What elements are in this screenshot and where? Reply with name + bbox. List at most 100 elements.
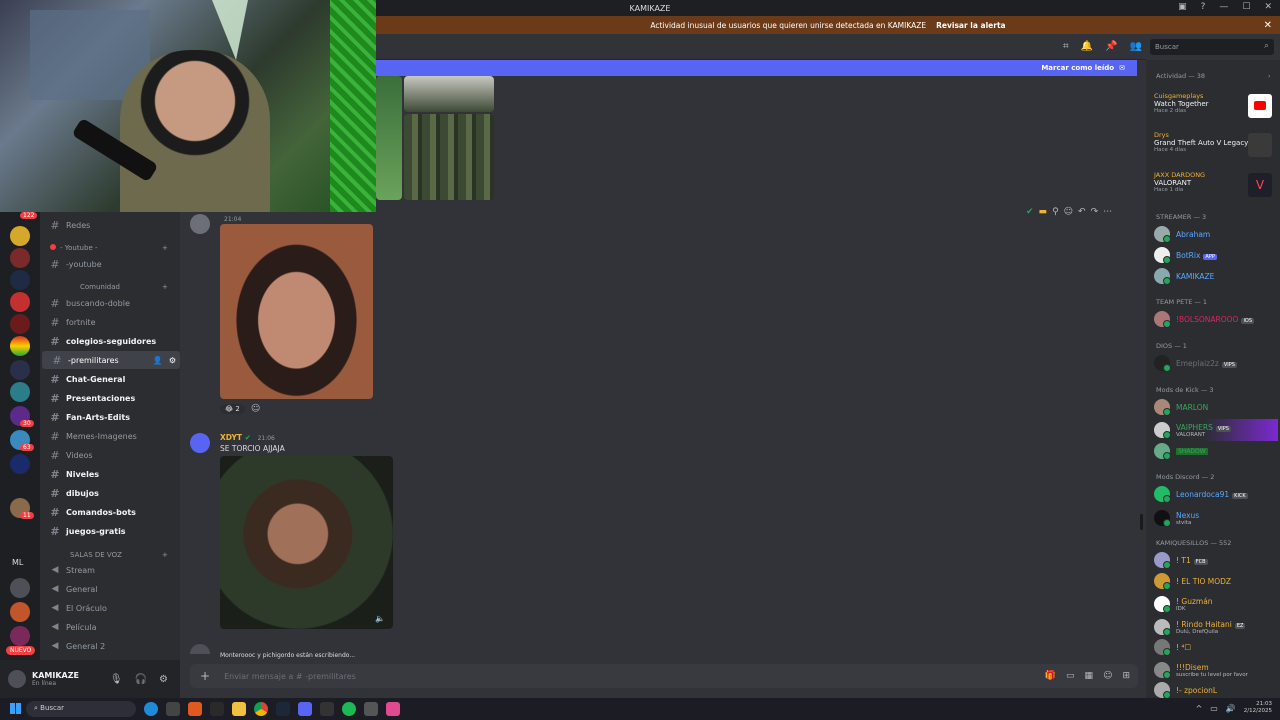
voice-channel-general-2[interactable]: ◀ General 2 bbox=[40, 637, 178, 655]
channel-niveles[interactable]: # Niveles bbox=[40, 465, 178, 483]
close-window-button[interactable]: ✕ bbox=[1264, 2, 1272, 12]
search-input[interactable]: Buscar ⌕ bbox=[1150, 39, 1274, 55]
member-item[interactable]: ! EL TIO MODZ bbox=[1154, 572, 1278, 590]
member-item[interactable]: BotRix APP bbox=[1154, 246, 1278, 264]
steam-icon[interactable] bbox=[276, 702, 290, 716]
server-icon[interactable] bbox=[10, 314, 30, 334]
channel-buscando-doble[interactable]: # buscando-doble bbox=[40, 294, 178, 312]
help-icon[interactable]: ? bbox=[1201, 2, 1206, 12]
headphones-icon[interactable]: 🎧 bbox=[135, 674, 147, 685]
activity-card[interactable]: Cuisgameplays Watch Together Hace 2 días bbox=[1154, 92, 1272, 124]
apps-icon[interactable]: ⊞ bbox=[1122, 671, 1130, 681]
review-alert-link[interactable]: Revisar la alerta bbox=[936, 21, 1005, 30]
server-icon[interactable] bbox=[10, 248, 30, 268]
attachment-image-soldiers[interactable] bbox=[404, 114, 494, 200]
message-author-name[interactable]: XDYT bbox=[220, 433, 242, 442]
volume-icon[interactable]: 🔊 bbox=[1226, 704, 1236, 713]
server-label-ml[interactable]: ML bbox=[12, 558, 23, 567]
message-composer[interactable]: + Enviar mensaje a # -premilitares 🎁 ▭ ▦… bbox=[190, 664, 1138, 688]
attach-plus-icon[interactable]: + bbox=[200, 669, 210, 683]
emoji-icon[interactable]: ☺ bbox=[1103, 671, 1112, 681]
member-item[interactable]: ! ⁴☐ bbox=[1154, 638, 1278, 656]
channel-redes[interactable]: # Redes bbox=[40, 216, 178, 234]
add-reaction-icon[interactable]: ☺ bbox=[251, 404, 260, 414]
attachment-image-cropped[interactable] bbox=[376, 76, 402, 200]
check-reaction-icon[interactable]: ✔ bbox=[1026, 207, 1034, 217]
invite-icon[interactable]: 👤 bbox=[153, 356, 163, 365]
sticker-icon[interactable]: ▦ bbox=[1085, 671, 1094, 681]
clock[interactable]: 21:03 2/12/2025 bbox=[1244, 701, 1272, 715]
maximize-button[interactable]: ☐ bbox=[1242, 2, 1250, 12]
avatar[interactable] bbox=[8, 670, 26, 688]
flag-reaction-icon[interactable]: ▬ bbox=[1039, 207, 1048, 217]
channel-fan-arts-edits[interactable]: # Fan-Arts-Edits bbox=[40, 408, 178, 426]
server-icon[interactable] bbox=[10, 454, 30, 474]
chevron-right-icon[interactable]: › bbox=[1268, 72, 1271, 80]
member-item[interactable]: KAMIKAZE bbox=[1154, 267, 1278, 285]
member-item[interactable]: ! Rindo Haitani EZ Dulú, DrefQuila bbox=[1154, 616, 1278, 638]
threads-icon[interactable]: ⌗ bbox=[1063, 41, 1069, 52]
channel-comandos-bots[interactable]: # Comandos-bots bbox=[40, 503, 178, 521]
voice-channel-stream[interactable]: ◀ Stream bbox=[40, 561, 178, 579]
channel-youtube[interactable]: # -youtube bbox=[40, 255, 178, 273]
member-item[interactable]: !!!Disem suscribe tu level por favor bbox=[1154, 659, 1278, 681]
gif-icon[interactable]: ▭ bbox=[1066, 671, 1075, 681]
message-author[interactable]: 21:04 bbox=[220, 214, 241, 223]
pin-reaction-icon[interactable]: ⚲ bbox=[1052, 207, 1059, 217]
user-settings-icon[interactable]: ⚙ bbox=[159, 674, 168, 685]
add-channel-icon[interactable]: + bbox=[162, 551, 168, 559]
member-item[interactable]: Abraham bbox=[1154, 225, 1278, 243]
activity-card[interactable]: Drys Grand Theft Auto V Legacy Hace 4 dí… bbox=[1154, 131, 1272, 163]
reply-icon[interactable]: ↶ bbox=[1078, 207, 1086, 217]
add-channel-icon[interactable]: + bbox=[162, 244, 168, 252]
add-channel-icon[interactable]: + bbox=[162, 283, 168, 291]
forward-icon[interactable]: ↷ bbox=[1091, 207, 1099, 217]
attachment-image-face[interactable] bbox=[220, 224, 373, 399]
scrollbar-thumb[interactable] bbox=[1140, 514, 1143, 530]
chevron-up-icon[interactable]: ^ bbox=[1196, 704, 1203, 713]
channel-videos[interactable]: # Videos bbox=[40, 446, 178, 464]
new-messages-bar[interactable]: Marcar como leído ✉ bbox=[376, 60, 1137, 76]
member-list-icon[interactable]: 👥 bbox=[1130, 41, 1142, 52]
app-icon[interactable] bbox=[210, 702, 224, 716]
server-icon[interactable] bbox=[10, 578, 30, 598]
network-icon[interactable]: ▭ bbox=[1210, 704, 1218, 713]
minimize-button[interactable]: — bbox=[1219, 2, 1228, 12]
category-youtube[interactable]: - Youtube - + bbox=[50, 244, 168, 252]
member-item[interactable]: VAIPHERS VIPS VALORANT bbox=[1154, 419, 1278, 441]
user-name[interactable]: KAMIKAZE bbox=[32, 671, 79, 680]
taskbar-search[interactable]: ⌕ Buscar bbox=[26, 701, 136, 717]
server-icon[interactable] bbox=[10, 336, 30, 356]
member-item[interactable]: ! Guzmán IDK bbox=[1154, 593, 1278, 615]
attachment-image-sleeping[interactable]: 🔈 bbox=[220, 456, 393, 629]
volume-icon[interactable]: 🔈 bbox=[375, 614, 385, 623]
channel-premilitares[interactable]: # -premilitares 👤 ⚙ bbox=[42, 351, 180, 369]
file-explorer-icon[interactable] bbox=[232, 702, 246, 716]
mark-as-read-button[interactable]: Marcar como leído bbox=[1041, 64, 1114, 72]
chrome-icon[interactable] bbox=[254, 702, 268, 716]
pin-icon[interactable]: 📌 bbox=[1105, 41, 1117, 52]
voice-channel-pelicula[interactable]: ◀ Película bbox=[40, 618, 178, 636]
attachment-image-previous[interactable] bbox=[404, 76, 494, 112]
edge-icon[interactable] bbox=[144, 702, 158, 716]
category-salas-de-voz[interactable]: SALAS DE VOZ + bbox=[50, 551, 168, 559]
channel-chat-general[interactable]: # Chat-General bbox=[40, 370, 178, 388]
app-icon[interactable] bbox=[364, 702, 378, 716]
channel-dibujos[interactable]: # dibujos bbox=[40, 484, 178, 502]
server-icon[interactable] bbox=[10, 270, 30, 290]
start-windows-icon[interactable] bbox=[10, 703, 21, 714]
member-item[interactable]: Nexus stvita bbox=[1154, 507, 1278, 529]
author-avatar[interactable] bbox=[190, 214, 210, 234]
channel-colegios-seguidores[interactable]: # colegios-seguidores bbox=[40, 332, 178, 350]
channel-fortnite[interactable]: # fortnite bbox=[40, 313, 178, 331]
server-icon[interactable] bbox=[10, 602, 30, 622]
member-item[interactable]: !- zpocionL bbox=[1154, 681, 1278, 698]
notification-bell-icon[interactable]: 🔔 bbox=[1081, 41, 1093, 52]
app-icon[interactable] bbox=[320, 702, 334, 716]
channel-memes-imagenes[interactable]: # Memes-Imagenes bbox=[40, 427, 178, 445]
server-icon[interactable] bbox=[10, 626, 30, 646]
spotify-icon[interactable] bbox=[342, 702, 356, 716]
member-item[interactable]: MARLON bbox=[1154, 398, 1278, 416]
voice-channel-el-oraculo[interactable]: ◀ El Oráculo bbox=[40, 599, 178, 617]
app-icon[interactable] bbox=[166, 702, 180, 716]
